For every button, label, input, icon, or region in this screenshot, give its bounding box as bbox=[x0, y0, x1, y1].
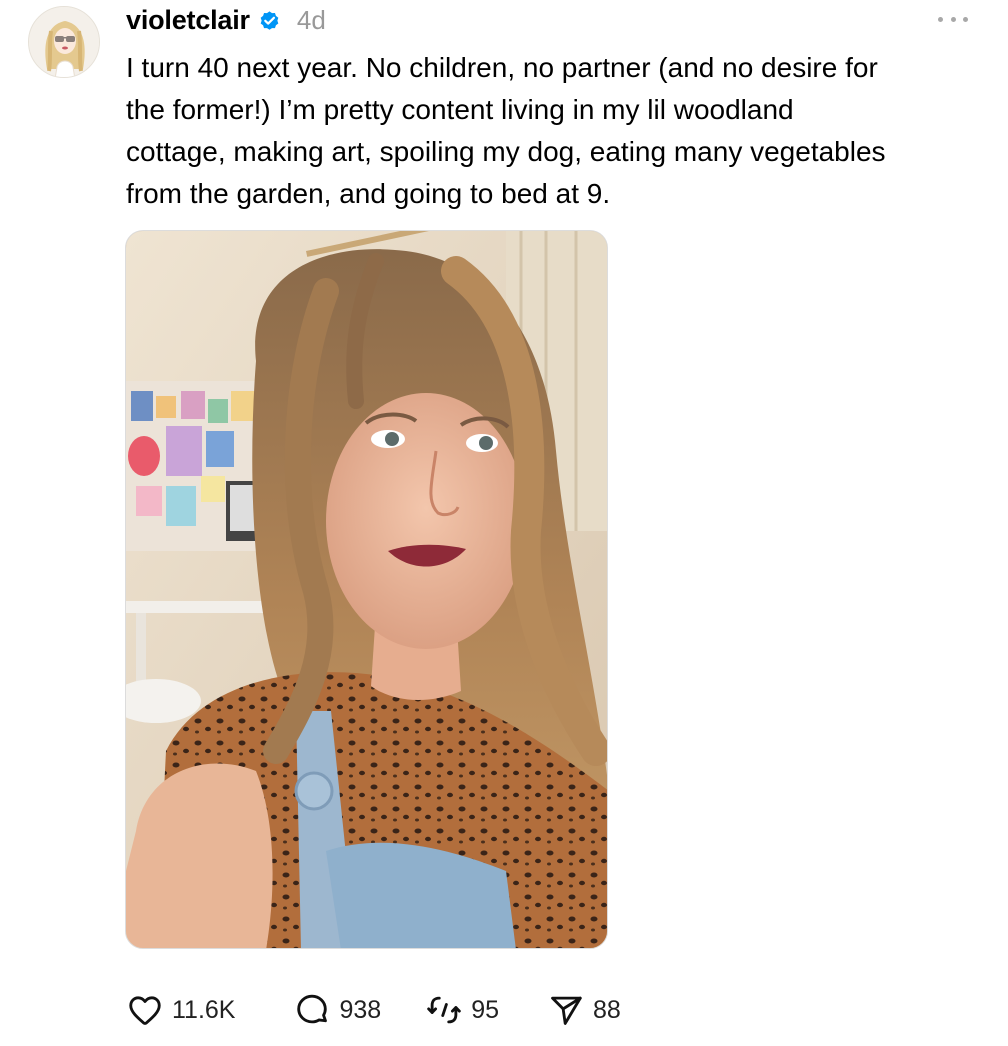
like-button[interactable]: 11.6K bbox=[126, 991, 235, 1029]
share-button[interactable]: 88 bbox=[547, 991, 621, 1029]
post-header: violetclair 4d bbox=[126, 2, 326, 38]
username[interactable]: violetclair bbox=[126, 5, 250, 36]
repost-icon bbox=[425, 991, 463, 1029]
avatar-illustration-icon bbox=[29, 7, 99, 77]
repost-button[interactable]: 95 bbox=[425, 991, 499, 1029]
repost-count: 95 bbox=[471, 995, 500, 1024]
post-timestamp: 4d bbox=[296, 4, 326, 35]
share-count: 88 bbox=[593, 995, 621, 1024]
avatar[interactable] bbox=[28, 6, 100, 78]
heart-icon bbox=[126, 991, 164, 1029]
post-text: I turn 40 next year. No children, no par… bbox=[126, 52, 886, 209]
more-options-icon[interactable] bbox=[938, 12, 968, 26]
post-image[interactable] bbox=[125, 230, 608, 949]
thread-post: violetclair 4d I turn 40 next year. No c… bbox=[0, 0, 1008, 1046]
like-count: 11.6K bbox=[172, 995, 236, 1024]
post-actions: 11.6K 938 95 88 bbox=[126, 988, 621, 1032]
comment-icon bbox=[293, 991, 331, 1029]
verified-badge-icon bbox=[258, 9, 281, 32]
selfie-photo-icon bbox=[126, 231, 607, 948]
reply-button[interactable]: 938 bbox=[293, 991, 381, 1029]
reply-count: 938 bbox=[339, 995, 382, 1024]
send-icon bbox=[547, 991, 585, 1029]
